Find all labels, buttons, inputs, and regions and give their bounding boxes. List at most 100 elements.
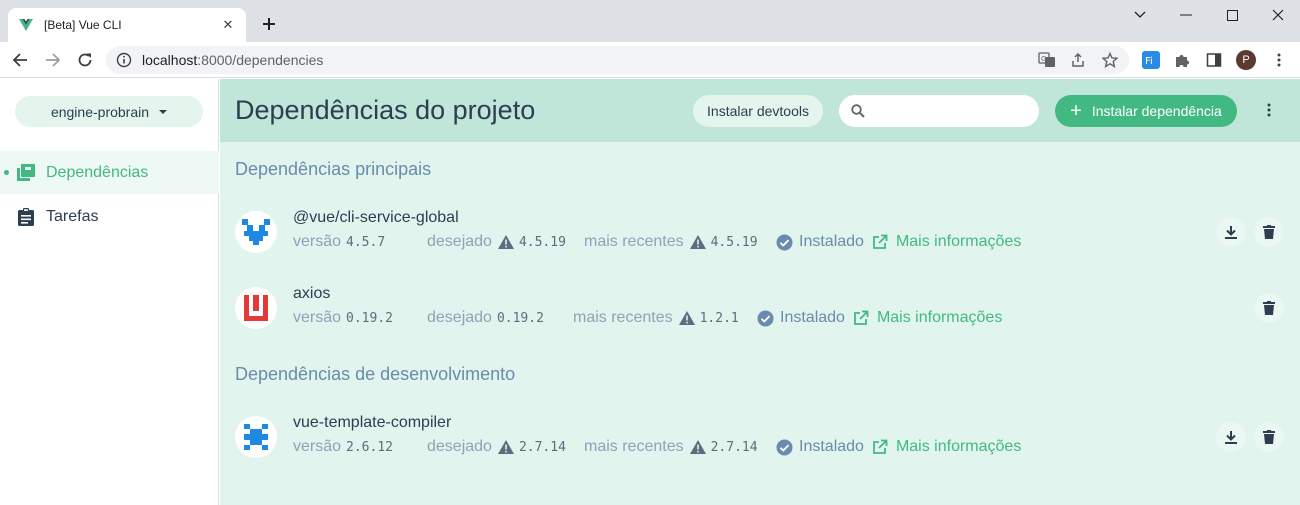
dependency-meta: versão 0.19.2 desejado 0.19.2 mais recente… bbox=[293, 308, 1002, 328]
open-in-new-icon bbox=[872, 234, 888, 250]
open-in-new-icon bbox=[872, 439, 888, 455]
latest-value: 4.5.19 bbox=[710, 234, 758, 250]
side-panel-icon[interactable] bbox=[1204, 50, 1224, 70]
wanted-value: 0.19.2 bbox=[496, 310, 544, 326]
search-field[interactable] bbox=[839, 95, 1039, 127]
extension-fi-icon[interactable]: Fi bbox=[1141, 50, 1161, 70]
dependency-item: vue-template-compiler versão 2.6.12 desej… bbox=[220, 405, 1300, 469]
latest-value: 2.7.14 bbox=[710, 439, 758, 455]
package-logo-icon bbox=[235, 416, 277, 458]
warning-icon bbox=[689, 235, 706, 249]
wanted-label: desejado bbox=[427, 233, 492, 250]
check-circle-icon bbox=[776, 234, 793, 251]
open-in-new-icon bbox=[853, 310, 869, 326]
installed-status: Instalado bbox=[776, 233, 864, 251]
close-window-icon[interactable] bbox=[1265, 4, 1291, 26]
check-circle-icon bbox=[757, 310, 774, 327]
browser-menu-icon[interactable] bbox=[1269, 50, 1289, 70]
bookmark-star-icon[interactable] bbox=[1100, 50, 1120, 70]
more-vert-icon[interactable] bbox=[1258, 99, 1280, 121]
version-label: versão bbox=[293, 309, 342, 326]
more-info-link[interactable]: Mais informações bbox=[853, 309, 1002, 327]
more-info-link[interactable]: Mais informações bbox=[872, 438, 1021, 456]
search-input[interactable] bbox=[873, 103, 1033, 119]
delete-icon[interactable] bbox=[1254, 217, 1284, 247]
library-icon bbox=[16, 163, 36, 183]
sidebar-item-label: Dependências bbox=[46, 163, 149, 181]
project-selector[interactable]: engine-probrain bbox=[15, 96, 203, 127]
latest-label: mais recentes bbox=[584, 233, 684, 250]
warning-icon bbox=[497, 440, 514, 454]
url-text: localhost:8000/dependencies bbox=[142, 52, 324, 68]
wanted-value: 2.7.14 bbox=[518, 439, 566, 455]
warning-icon bbox=[497, 235, 514, 249]
active-indicator bbox=[4, 170, 9, 175]
sidebar-item-dependencias[interactable]: Dependências bbox=[0, 151, 219, 194]
version-value: 4.5.7 bbox=[346, 234, 386, 250]
reload-icon[interactable] bbox=[74, 49, 96, 71]
share-icon[interactable] bbox=[1068, 50, 1088, 70]
dependency-meta: versão 4.5.7 desejado 4.5.19 mais recentes… bbox=[293, 232, 1021, 252]
warning-icon bbox=[678, 311, 695, 325]
warning-icon bbox=[689, 440, 706, 454]
version-value: 2.6.12 bbox=[346, 439, 393, 455]
more-info-link[interactable]: Mais informações bbox=[872, 233, 1021, 251]
delete-icon[interactable] bbox=[1254, 293, 1284, 323]
install-dependency-button[interactable]: + Instalar dependência bbox=[1055, 95, 1237, 127]
dependency-item: axios versão 0.19.2 desejado 0.19.2 mais r… bbox=[220, 276, 1300, 340]
search-icon bbox=[851, 104, 865, 118]
package-logo-icon bbox=[235, 211, 277, 253]
address-bar[interactable]: localhost:8000/dependencies bbox=[106, 46, 1129, 74]
dependency-meta: versão 2.6.12 desejado 2.7.14 mais recente… bbox=[293, 437, 1021, 457]
install-devtools-button[interactable]: Instalar devtools bbox=[693, 95, 823, 127]
latest-label: mais recentes bbox=[584, 438, 684, 455]
package-logo-icon bbox=[235, 287, 277, 329]
sidebar-item-tarefas[interactable]: Tarefas bbox=[0, 195, 219, 238]
new-tab-icon[interactable] bbox=[258, 13, 280, 35]
delete-icon[interactable] bbox=[1254, 422, 1284, 452]
version-label: versão bbox=[293, 233, 342, 250]
wanted-label: desejado bbox=[427, 309, 492, 326]
page-header: Dependências do projeto Instalar devtool… bbox=[220, 79, 1300, 142]
chevron-down-icon[interactable] bbox=[1127, 4, 1153, 26]
close-tab-icon[interactable]: ✕ bbox=[220, 17, 236, 33]
dependency-name: vue-template-compiler bbox=[293, 414, 452, 431]
browser-toolbar: localhost:8000/dependencies G Fi P bbox=[0, 42, 1300, 78]
page-title: Dependências do projeto bbox=[235, 95, 536, 125]
browser-tab-strip: [Beta] Vue CLI ✕ bbox=[0, 0, 1300, 42]
section-title-dev: Dependências de desenvolvimento bbox=[235, 364, 516, 384]
vue-ui-app: engine-probrain Dependências Tarefas Dep… bbox=[0, 79, 1300, 505]
installed-status: Instalado bbox=[776, 438, 864, 456]
maximize-icon[interactable] bbox=[1219, 4, 1245, 26]
tab-title: [Beta] Vue CLI bbox=[44, 18, 122, 32]
download-icon[interactable] bbox=[1216, 217, 1246, 247]
check-circle-icon bbox=[776, 439, 793, 456]
installed-status: Instalado bbox=[757, 309, 845, 327]
forward-arrow-icon[interactable] bbox=[42, 49, 64, 71]
svg-text:Fi: Fi bbox=[1145, 56, 1153, 67]
download-icon[interactable] bbox=[1216, 422, 1246, 452]
main-content: Dependências do projeto Instalar devtool… bbox=[220, 79, 1300, 505]
wanted-label: desejado bbox=[427, 438, 492, 455]
clipboard-icon bbox=[16, 207, 36, 227]
dependency-name: @vue/cli-service-global bbox=[293, 209, 459, 226]
version-value: 0.19.2 bbox=[346, 310, 393, 326]
minimize-icon[interactable] bbox=[1173, 4, 1199, 26]
version-label: versão bbox=[293, 438, 342, 455]
back-arrow-icon[interactable] bbox=[9, 49, 31, 71]
dependency-item: @vue/cli-service-global versão 4.5.7 dese… bbox=[220, 200, 1300, 264]
project-name: engine-probrain bbox=[50, 103, 150, 120]
install-dependency-label: Instalar dependência bbox=[1091, 103, 1222, 119]
sidebar-item-label: Tarefas bbox=[46, 207, 99, 225]
info-icon[interactable] bbox=[116, 52, 132, 68]
vue-logo-icon bbox=[18, 17, 34, 33]
latest-value: 1.2.1 bbox=[699, 310, 739, 326]
translate-icon[interactable]: G bbox=[1037, 50, 1057, 70]
avatar[interactable]: P bbox=[1236, 50, 1256, 70]
plus-icon: + bbox=[1070, 100, 1082, 122]
dependency-name: axios bbox=[293, 285, 331, 302]
svg-text:G: G bbox=[1041, 55, 1046, 63]
extensions-puzzle-icon[interactable] bbox=[1172, 50, 1192, 70]
browser-tab[interactable]: [Beta] Vue CLI ✕ bbox=[8, 8, 246, 42]
section-title-main: Dependências principais bbox=[235, 159, 432, 179]
